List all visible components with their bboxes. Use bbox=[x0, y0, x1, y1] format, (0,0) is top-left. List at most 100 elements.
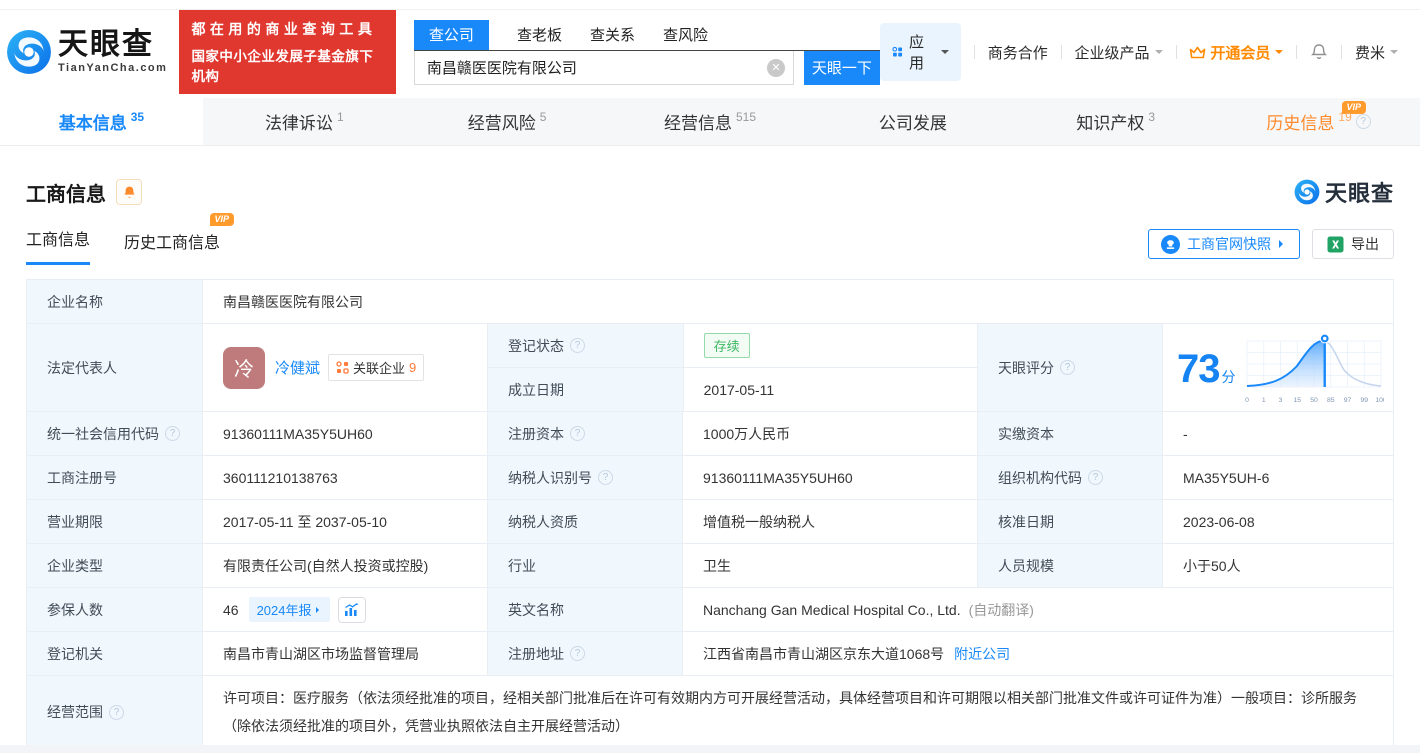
help-icon[interactable]: ? bbox=[1355, 114, 1371, 129]
svg-text:50: 50 bbox=[1310, 397, 1318, 404]
help-icon[interactable]: ? bbox=[598, 470, 613, 485]
help-icon[interactable]: ? bbox=[570, 646, 585, 661]
legal-rep-name-link[interactable]: 冷健斌 bbox=[275, 357, 320, 378]
nav-enterprise-products[interactable]: 企业级产品 bbox=[1075, 42, 1163, 63]
arrow-right-icon bbox=[1279, 240, 1287, 248]
help-icon[interactable]: ? bbox=[1060, 360, 1075, 375]
staff-size-value: 小于50人 bbox=[1162, 544, 1393, 587]
tab-history-info[interactable]: VIP 历史信息 19 ? bbox=[1217, 98, 1420, 145]
svg-text:1: 1 bbox=[1261, 397, 1265, 404]
search-tab-boss[interactable]: 查老板 bbox=[517, 20, 562, 50]
field-label: 企业名称 bbox=[27, 280, 202, 323]
legal-rep-cell: 冷 冷健斌 关联企业 9 bbox=[202, 324, 487, 411]
bar-chart-icon bbox=[345, 602, 359, 616]
svg-text:15: 15 bbox=[1293, 397, 1301, 404]
search-tab-risk[interactable]: 查风险 bbox=[663, 20, 708, 50]
grid-apps-icon bbox=[892, 46, 902, 57]
score-unit: 分 bbox=[1221, 368, 1236, 385]
svg-text:100: 100 bbox=[1375, 397, 1384, 404]
business-info-table: 企业名称 南昌赣医医院有限公司 法定代表人 冷 冷健斌 关联企业 9 登记状态 … bbox=[26, 279, 1394, 749]
tab-company-development[interactable]: 公司发展 bbox=[811, 98, 1014, 145]
reg-number-value: 360111210138763 bbox=[202, 456, 487, 499]
tianyancha-company-page: 天眼查 TianYanCha.com 都在用的商业查询工具 国家中小企业发展子基… bbox=[0, 0, 1420, 753]
field-label: 天眼评分 ? bbox=[977, 324, 1162, 411]
trend-chart-button[interactable] bbox=[337, 596, 366, 623]
header-nav: 应用 商务合作 企业级产品 开通会员 费米 bbox=[879, 23, 1398, 81]
reg-capital-value: 1000万人民币 bbox=[682, 412, 977, 455]
reg-authority-value: 南昌市青山湖区市场监督管理局 bbox=[202, 632, 487, 675]
table-row: 企业名称 南昌赣医医院有限公司 bbox=[27, 280, 1393, 324]
crown-icon bbox=[1190, 46, 1206, 58]
bell-icon bbox=[1311, 44, 1328, 59]
legal-rep-avatar[interactable]: 冷 bbox=[223, 346, 265, 389]
business-term-value: 2017-05-11 至 2037-05-10 bbox=[202, 500, 487, 543]
tab-legal-proceedings[interactable]: 法律诉讼 1 bbox=[203, 98, 406, 145]
svg-text:3: 3 bbox=[1278, 397, 1282, 404]
nav-open-membership[interactable]: 开通会员 bbox=[1189, 42, 1284, 63]
annual-report-badge[interactable]: 2024年报 bbox=[248, 597, 330, 622]
field-label: 注册资本? bbox=[487, 412, 682, 455]
table-row: 登记机关 南昌市青山湖区市场监督管理局 注册地址? 江西省南昌市青山湖区京东大道… bbox=[27, 632, 1393, 676]
help-icon[interactable]: ? bbox=[165, 426, 180, 441]
taxpayer-id-value: 91360111MA35Y5UH60 bbox=[682, 456, 977, 499]
clear-search-icon[interactable]: ✕ bbox=[766, 58, 785, 77]
search-tabs: 查公司 查老板 查关系 查风险 bbox=[413, 19, 880, 51]
auto-translate-note: (自动翻译) bbox=[968, 601, 1034, 618]
official-snapshot-button[interactable]: 工商官网快照 bbox=[1148, 229, 1300, 259]
apps-label: 应用 bbox=[909, 34, 925, 72]
tianyan-score-cell[interactable]: 73 分 0 1 3 15 50 85 97 99 10 bbox=[1162, 324, 1393, 411]
help-icon[interactable]: ? bbox=[109, 704, 124, 720]
subtab-business-registration[interactable]: 工商信息 bbox=[26, 226, 91, 265]
header: 天眼查 TianYanCha.com 都在用的商业查询工具 国家中小企业发展子基… bbox=[0, 10, 1420, 98]
table-row: 参保人数 46 2024年报 英文名称 Nanchang Gan Medical… bbox=[27, 588, 1393, 632]
tianyancha-logo[interactable]: 天眼查 TianYanCha.com bbox=[6, 29, 167, 75]
field-label: 核准日期 bbox=[977, 500, 1162, 543]
tab-business-info[interactable]: 经营信息 515 bbox=[609, 98, 812, 145]
promo-line1: 都在用的商业查询工具 bbox=[191, 21, 377, 37]
status-badge: 存续 bbox=[703, 333, 750, 358]
tab-basic-info[interactable]: 基本信息 35 bbox=[0, 98, 203, 145]
search-button[interactable]: 天眼一下 bbox=[803, 50, 880, 85]
search-input[interactable] bbox=[413, 50, 794, 85]
arrow-right-icon bbox=[315, 606, 322, 613]
field-label: 参保人数 bbox=[27, 588, 202, 631]
subtab-history-registration[interactable]: VIP 历史工商信息 bbox=[124, 213, 235, 265]
industry-value: 卫生 bbox=[682, 544, 977, 587]
help-icon[interactable]: ? bbox=[570, 426, 585, 441]
table-row: 企业类型 有限责任公司(自然人投资或控股) 行业 卫生 人员规模 小于50人 bbox=[27, 544, 1393, 588]
help-icon[interactable]: ? bbox=[570, 338, 585, 353]
chevron-down-icon bbox=[1275, 50, 1284, 58]
table-row: 营业期限 2017-05-11 至 2037-05-10 纳税人资质 增值税一般… bbox=[27, 500, 1393, 544]
field-label: 企业类型 bbox=[27, 544, 202, 587]
apps-menu-button[interactable]: 应用 bbox=[879, 23, 961, 81]
approval-date-value: 2023-06-08 bbox=[1162, 500, 1393, 543]
help-icon[interactable]: ? bbox=[1088, 470, 1103, 485]
credit-code-value: 91360111MA35Y5UH60 bbox=[202, 412, 487, 455]
notifications-bell[interactable] bbox=[1310, 43, 1328, 61]
company-tab-bar: 基本信息 35 法律诉讼 1 经营风险 5 经营信息 515 公司发展 知识产权 3 VI… bbox=[0, 98, 1420, 146]
search-tab-company[interactable]: 查公司 bbox=[413, 19, 489, 50]
export-button[interactable]: 导出 bbox=[1312, 229, 1394, 259]
field-label: 组织机构代码? bbox=[977, 456, 1162, 499]
field-label: 登记机关 bbox=[27, 632, 202, 675]
reg-address-cell: 江西省南昌市青山湖区京东大道1068号 附近公司 bbox=[682, 632, 1393, 675]
logo-brand: 天眼查 bbox=[58, 28, 154, 61]
related-companies-badge[interactable]: 关联企业 9 bbox=[328, 354, 425, 381]
field-label: 统一社会信用代码? bbox=[27, 412, 202, 455]
chevron-down-icon bbox=[1154, 50, 1163, 58]
field-label: 登记状态 ? bbox=[488, 324, 683, 367]
chevron-down-icon bbox=[1389, 50, 1398, 58]
search-tab-relation[interactable]: 查关系 bbox=[590, 20, 635, 50]
user-menu[interactable]: 费米 bbox=[1355, 42, 1398, 63]
taxpayer-quality-value: 增值税一般纳税人 bbox=[682, 500, 977, 543]
table-row: 经营范围? 许可项目：医疗服务（依法须经批准的项目，经相关部门批准后在许可有效期… bbox=[27, 676, 1393, 748]
insured-count-value: 46 bbox=[223, 601, 239, 618]
establish-date-value: 2017-05-11 bbox=[682, 368, 977, 411]
tianyancha-logo-icon bbox=[7, 30, 51, 74]
subscribe-bell-button[interactable] bbox=[116, 179, 142, 205]
english-name-value: Nanchang Gan Medical Hospital Co., Ltd. bbox=[703, 601, 961, 618]
nav-cooperation[interactable]: 商务合作 bbox=[988, 42, 1048, 63]
tab-intellectual-property[interactable]: 知识产权 3 bbox=[1014, 98, 1217, 145]
tab-business-risk[interactable]: 经营风险 5 bbox=[406, 98, 609, 145]
nearby-companies-link[interactable]: 附近公司 bbox=[954, 644, 1010, 664]
